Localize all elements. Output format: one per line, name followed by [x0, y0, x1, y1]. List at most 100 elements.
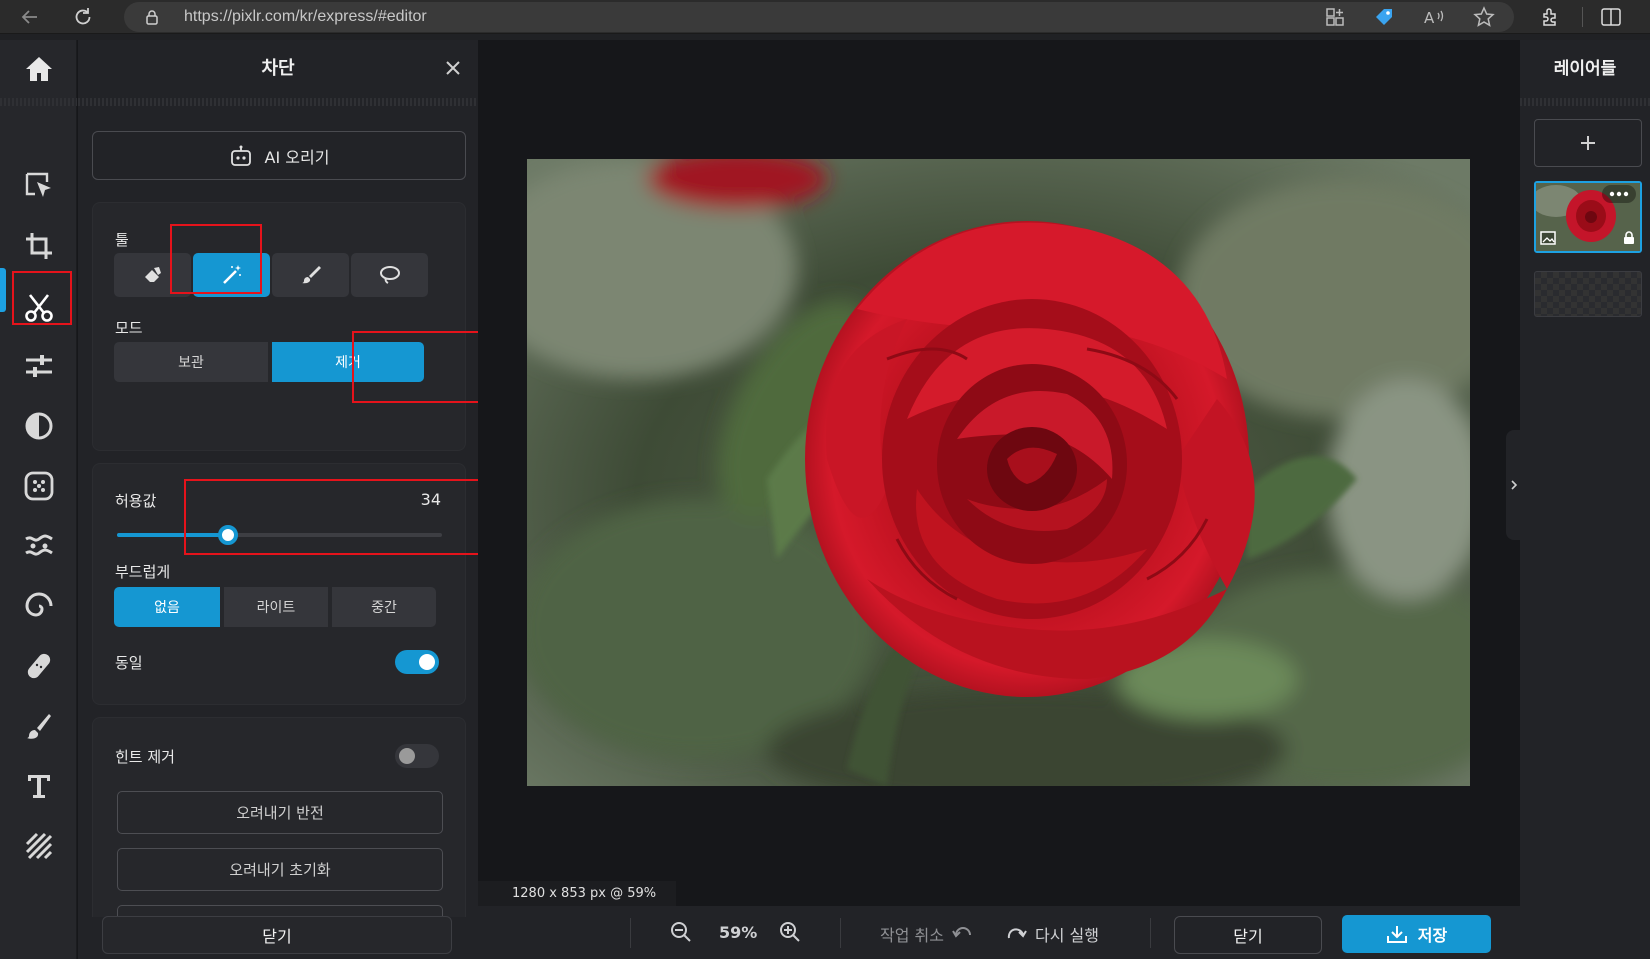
text-t-icon: [28, 775, 50, 798]
spiral-tool-button[interactable]: [13, 580, 65, 632]
rail-separator: [0, 98, 77, 106]
bottom-divider: [1150, 918, 1151, 948]
panel-separator: [78, 98, 478, 106]
zoom-in-icon: [780, 922, 800, 942]
rose-photo[interactable]: [527, 159, 1470, 786]
redo-button[interactable]: 다시 실행: [1005, 922, 1099, 946]
filter-tool-button[interactable]: [13, 400, 65, 452]
layers-panel: 레이어들: [1520, 40, 1650, 959]
panel-title: 차단: [261, 58, 295, 79]
paintbrush-icon: [301, 266, 321, 284]
address-bar[interactable]: https://pixlr.com/kr/express/#editor: [124, 2, 1514, 32]
crop-icon: [26, 233, 52, 259]
reset-cutout-button[interactable]: 오려내기 초기화: [117, 848, 443, 891]
zoom-in-button[interactable]: [779, 921, 801, 943]
save-button[interactable]: 저장: [1342, 915, 1491, 953]
hint-card: 힌트 제거 오려내기 반전 오려내기 초기화: [92, 717, 466, 925]
adjust-tool-button[interactable]: [13, 340, 65, 392]
extensions-icon[interactable]: [1540, 6, 1562, 28]
lock-icon: [144, 9, 160, 25]
smooth-medium-button[interactable]: 중간: [332, 587, 436, 627]
contiguous-toggle[interactable]: [395, 650, 439, 674]
redo-icon: [1007, 928, 1027, 939]
hint-label: 힌트 제거: [115, 748, 175, 766]
active-tool-indicator: [0, 268, 6, 312]
bottom-divider: [840, 918, 841, 948]
undo-icon: [952, 927, 971, 938]
arrange-tool-button[interactable]: [13, 160, 65, 212]
ai-cutout-label: AI 오리기: [264, 147, 330, 167]
highlight-box-magic-wand: [170, 224, 262, 294]
home-button[interactable]: [0, 40, 77, 98]
lasso-tool-button[interactable]: [351, 253, 428, 297]
bottom-divider: [630, 918, 631, 948]
app-grid-icon[interactable]: [1324, 6, 1346, 28]
split-screen-icon[interactable]: [1600, 6, 1622, 28]
effect-tool-button[interactable]: [13, 460, 65, 512]
smooth-light-button[interactable]: 라이트: [224, 587, 328, 627]
ai-cutout-button[interactable]: AI 오리기: [92, 131, 466, 180]
tools-label: 툴: [115, 231, 129, 249]
canvas-info: 1280 x 853 px @ 59%: [478, 881, 676, 906]
text-tool-button[interactable]: [13, 760, 65, 812]
toggle-knob: [399, 748, 415, 764]
sliders-icon: [26, 355, 52, 377]
zoom-level: 59%: [719, 923, 758, 942]
flow-icon: [25, 534, 53, 556]
panel-close-button[interactable]: [440, 55, 466, 81]
read-aloud-icon[interactable]: A: [1423, 6, 1445, 28]
select-cursor-icon: [25, 172, 51, 197]
pattern-tool-button[interactable]: [13, 820, 65, 872]
invert-cutout-button[interactable]: 오려내기 반전: [117, 791, 443, 834]
draw-tool-button[interactable]: [13, 700, 65, 752]
lasso-icon: [379, 266, 400, 284]
tag-icon[interactable]: [1373, 6, 1395, 28]
robot-icon: [230, 145, 251, 166]
zoom-out-button[interactable]: [670, 921, 692, 943]
editor-app: 차단 AI 오리기 툴 모드 보관 제거 허용값 34 부드럽게 없음 라이트 …: [0, 40, 1650, 959]
empty-layer-slot[interactable]: [1534, 271, 1642, 317]
spiral-icon: [25, 592, 53, 617]
heal-tool-button[interactable]: [13, 640, 65, 692]
panel-close-bottom-button[interactable]: 닫기: [102, 916, 452, 954]
save-label: 저장: [1417, 926, 1448, 945]
back-arrow-icon[interactable]: [18, 5, 42, 29]
close-icon: [446, 61, 460, 75]
home-icon: [25, 57, 52, 81]
redo-label: 다시 실행: [1035, 926, 1099, 945]
plus-icon: [1581, 136, 1595, 150]
hint-toggle[interactable]: [395, 744, 439, 768]
undo-label: 작업 취소: [880, 926, 944, 945]
smooth-none-button[interactable]: 없음: [114, 587, 220, 627]
add-layer-button[interactable]: [1534, 119, 1642, 167]
close-button[interactable]: 닫기: [1174, 916, 1322, 954]
toggle-knob: [419, 654, 435, 670]
lock-layer-icon[interactable]: [1622, 230, 1636, 245]
highlight-box-cutout: [12, 271, 72, 325]
liquify-tool-button[interactable]: [13, 520, 65, 572]
brush-tool-button[interactable]: [272, 253, 349, 297]
layer-thumbnail[interactable]: [1534, 181, 1642, 253]
cutout-panel: 차단 AI 오리기 툴 모드 보관 제거 허용값 34 부드럽게 없음 라이트 …: [78, 40, 548, 959]
crop-tool-button[interactable]: [13, 220, 65, 272]
layers-separator: [1520, 98, 1650, 106]
favorite-star-icon[interactable]: [1473, 6, 1495, 28]
tool-rail: [0, 40, 77, 959]
toolbar-divider: [1582, 7, 1583, 27]
image-layer-icon: [1540, 231, 1556, 245]
reload-icon[interactable]: [71, 5, 95, 29]
layer-more-button[interactable]: [1602, 185, 1636, 203]
undo-button[interactable]: 작업 취소: [880, 922, 974, 946]
panel-header: 차단: [78, 40, 478, 98]
mode-keep-button[interactable]: 보관: [114, 342, 268, 382]
contrast-icon: [25, 412, 53, 440]
tool-mode-card: 툴 모드 보관 제거: [92, 202, 466, 451]
dots-grid-icon: [24, 471, 54, 501]
brush-icon: [27, 714, 51, 739]
layers-title: 레이어들: [1553, 59, 1617, 79]
canvas-area: 1280 x 853 px @ 59%: [478, 40, 1520, 906]
contiguous-label: 동일: [115, 654, 143, 672]
zoom-out-icon: [671, 922, 691, 942]
chevron-right-icon: [1511, 480, 1518, 490]
eraser-icon: [144, 267, 161, 282]
